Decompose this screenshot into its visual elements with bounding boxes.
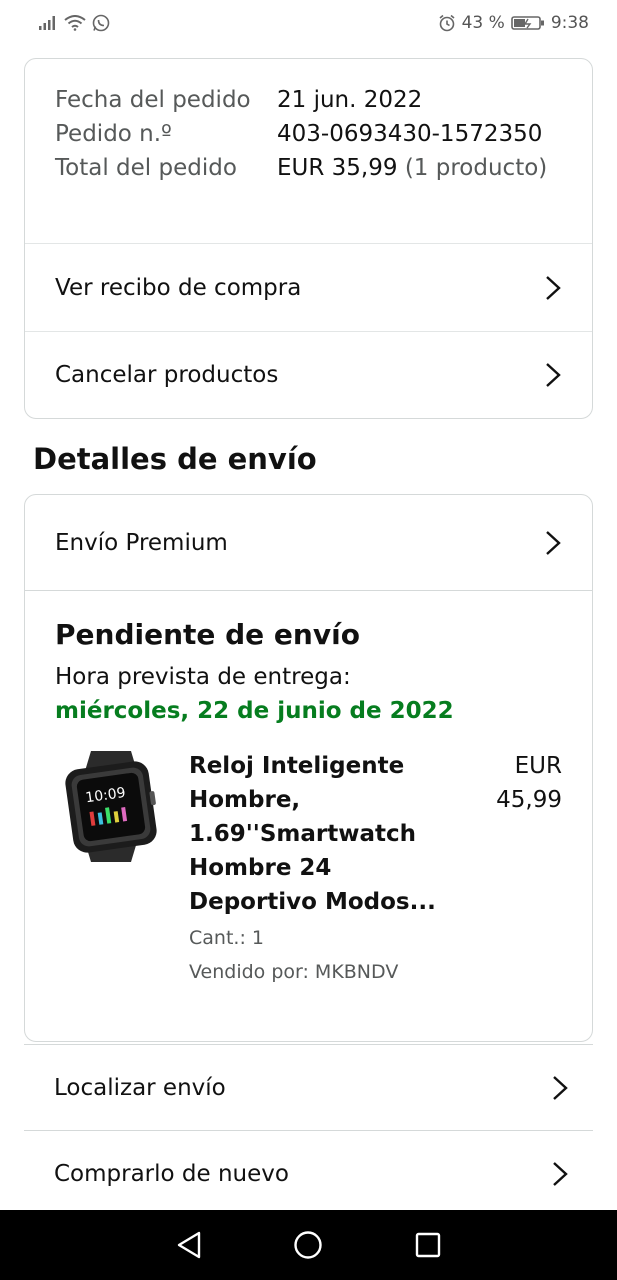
eta-date: miércoles, 22 de junio de 2022 (55, 698, 454, 724)
shipping-method-label: Envío Premium (55, 529, 228, 556)
track-shipment-link[interactable]: Localizar envío (24, 1044, 593, 1130)
status-bar: 43 % 9:38 (0, 0, 617, 46)
eta-label: Hora prevista de entrega: (55, 664, 351, 690)
chevron-right-icon (553, 1075, 568, 1100)
view-receipt-link[interactable]: Ver recibo de compra (25, 243, 592, 331)
order-number-value: 403-0693430-1572350 (277, 121, 543, 147)
wifi-icon (64, 15, 86, 31)
view-receipt-label: Ver recibo de compra (55, 274, 302, 301)
product-item[interactable]: 10:09 Reloj Inteligente Hombre, 1.69''Sm… (55, 749, 562, 989)
track-shipment-label: Localizar envío (54, 1074, 226, 1101)
product-title[interactable]: Reloj Inteligente Hombre, 1.69''Smartwat… (189, 749, 459, 919)
order-summary-card: Fecha del pedido 21 jun. 2022 Pedido n.º… (24, 58, 593, 419)
alarm-icon (439, 14, 455, 32)
product-info: Reloj Inteligente Hombre, 1.69''Smartwat… (189, 749, 459, 989)
chevron-right-icon (553, 1161, 568, 1186)
shipping-method-link[interactable]: Envío Premium (25, 495, 592, 590)
cancel-products-link[interactable]: Cancelar productos (25, 331, 592, 418)
home-icon[interactable] (293, 1230, 323, 1260)
order-date-label: Fecha del pedido (55, 87, 251, 113)
product-title-line: Reloj Inteligente (189, 753, 405, 779)
chevron-right-icon (546, 275, 561, 300)
buy-again-link[interactable]: Comprarlo de nuevo (24, 1130, 593, 1216)
status-right: 43 % 9:38 (438, 13, 589, 33)
order-date-value: 21 jun. 2022 (277, 87, 423, 113)
whatsapp-icon (92, 14, 110, 32)
order-date-row: Fecha del pedido 21 jun. 2022 (55, 83, 562, 117)
system-nav-bar (0, 1210, 617, 1280)
shipment-status: Pendiente de envío Hora prevista de entr… (25, 590, 592, 989)
recents-icon[interactable] (414, 1231, 442, 1259)
product-price: EUR 45,99 (472, 749, 562, 989)
order-number-row: Pedido n.º 403-0693430-1572350 (55, 117, 562, 151)
product-title-line: Hombre 24 (189, 855, 332, 881)
order-summary: Fecha del pedido 21 jun. 2022 Pedido n.º… (25, 59, 592, 243)
clock: 9:38 (550, 13, 589, 33)
order-total-qty: (1 producto) (404, 155, 548, 181)
product-image[interactable]: 10:09 (61, 749, 164, 864)
order-number-label: Pedido n.º (55, 121, 172, 147)
order-total-value: EUR 35,99 (1 producto) (277, 151, 547, 185)
status-left (38, 14, 110, 32)
product-price-value: 45,99 (496, 787, 562, 813)
shipping-section-title: Detalles de envío (33, 442, 317, 476)
order-total-row: Total del pedido EUR 35,99 (1 producto) (55, 151, 562, 185)
back-icon[interactable] (175, 1230, 203, 1260)
buy-again-label: Comprarlo de nuevo (54, 1160, 289, 1187)
product-title-line: Deportivo Modos... (189, 889, 436, 915)
product-title-line: Hombre, (189, 787, 301, 813)
chevron-right-icon (546, 530, 561, 555)
product-seller: Vendido por: MKBNDV (189, 961, 399, 983)
shipment-status-title: Pendiente de envío (55, 618, 360, 651)
battery-percent: 43 % (461, 13, 505, 33)
order-total-amount: EUR 35,99 (277, 155, 398, 181)
product-quantity: Cant.: 1 (189, 927, 264, 949)
shipping-card: Envío Premium Pendiente de envío Hora pr… (24, 494, 593, 1042)
chevron-right-icon (546, 363, 561, 387)
cancel-products-label: Cancelar productos (55, 362, 279, 388)
product-title-line: 1.69''Smartwatch (189, 821, 416, 847)
battery-icon (511, 16, 544, 30)
order-total-label: Total del pedido (55, 155, 237, 181)
signal-icon (39, 16, 55, 30)
product-price-currency: EUR (514, 753, 562, 779)
